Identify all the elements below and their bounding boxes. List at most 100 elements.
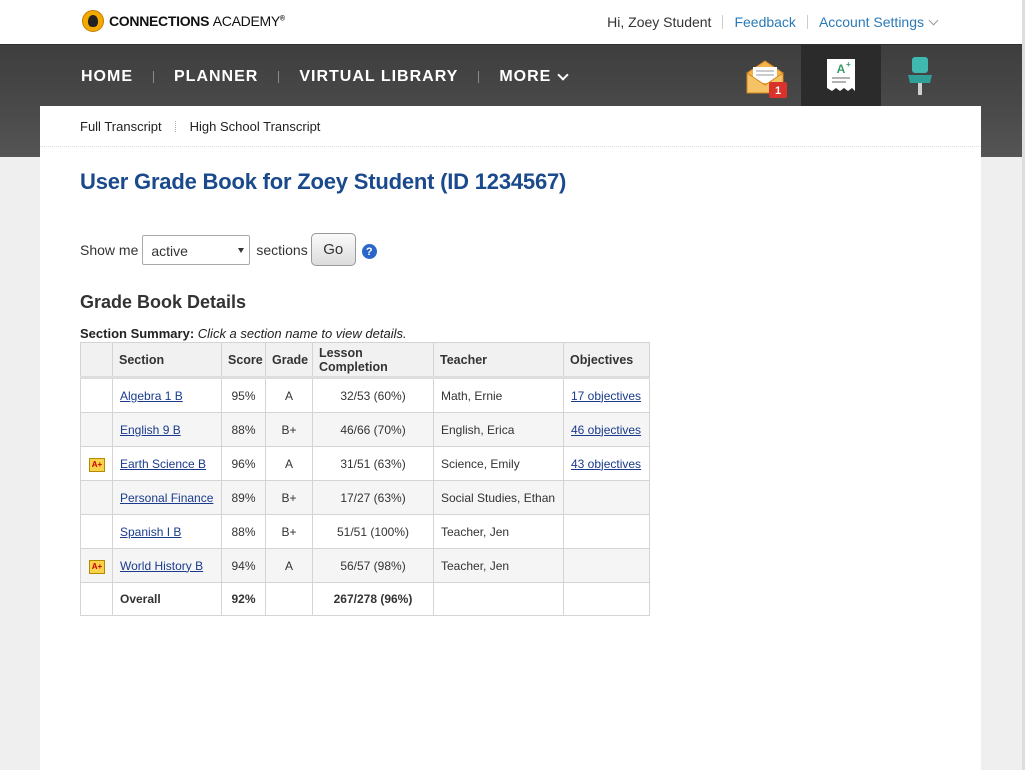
brand-name-light: ACADEMY bbox=[212, 13, 280, 29]
col-lesson-completion: Lesson Completion bbox=[312, 342, 434, 378]
brand-logo[interactable]: CONNECTIONS ACADEMY® bbox=[82, 10, 285, 32]
score-cell: 88% bbox=[221, 514, 266, 549]
grade-cell: A bbox=[265, 446, 313, 481]
filter-prefix-label: Show me bbox=[80, 241, 139, 258]
completion-cell: 46/66 (70%) bbox=[312, 412, 434, 447]
grades-tab[interactable]: A + bbox=[801, 45, 881, 110]
table-row: English 9 B 88% B+ 46/66 (70%) English, … bbox=[80, 412, 650, 447]
account-settings-menu[interactable]: Account Settings bbox=[819, 14, 939, 30]
completion-cell: 31/51 (63%) bbox=[312, 446, 434, 481]
divider bbox=[722, 15, 724, 29]
brand-name-bold: CONNECTIONS bbox=[109, 13, 210, 29]
section-status-select[interactable]: active bbox=[142, 234, 251, 265]
section-cell: Earth Science B bbox=[112, 446, 222, 481]
overall-row: Overall 92% 267/278 (96%) bbox=[80, 582, 650, 616]
section-link[interactable]: Personal Finance bbox=[120, 491, 213, 505]
nav-planner[interactable]: PLANNER bbox=[174, 68, 258, 86]
content-panel: Full Transcript High School Transcript U… bbox=[40, 106, 981, 770]
divider bbox=[40, 146, 981, 147]
summary-label: Section Summary: bbox=[80, 326, 195, 341]
objectives-cell: 43 objectives bbox=[563, 446, 650, 481]
chevron-down-icon bbox=[928, 15, 939, 25]
table-row: Personal Finance 89% B+ 17/27 (63%) Soci… bbox=[80, 480, 650, 515]
overall-label: Overall bbox=[112, 582, 222, 616]
teacher-cell: English, Erica bbox=[433, 412, 564, 447]
table-row: A+ World History B 94% A 56/57 (98%) Tea… bbox=[80, 548, 650, 583]
section-link[interactable]: Earth Science B bbox=[120, 457, 206, 471]
section-link[interactable]: World History B bbox=[120, 559, 203, 573]
badge-cell bbox=[80, 582, 113, 616]
score-cell: 95% bbox=[221, 377, 266, 413]
svg-text:+: + bbox=[846, 60, 851, 69]
teacher-cell: Science, Emily bbox=[433, 446, 564, 481]
transcript-subnav: Full Transcript High School Transcript bbox=[80, 119, 320, 134]
chevron-down-icon bbox=[557, 69, 570, 81]
top-bar: CONNECTIONS ACADEMY® Hi, Zoey Student Fe… bbox=[0, 0, 1025, 44]
overall-score: 92% bbox=[221, 582, 266, 616]
divider bbox=[478, 71, 480, 83]
message-count-badge: 1 bbox=[775, 85, 781, 97]
col-badge bbox=[80, 342, 113, 378]
message-envelope-icon[interactable]: 1 bbox=[743, 59, 789, 99]
section-cell: Personal Finance bbox=[112, 480, 222, 515]
nav-home[interactable]: HOME bbox=[81, 68, 133, 86]
pushpin-icon[interactable] bbox=[903, 55, 937, 99]
completion-cell: 56/57 (98%) bbox=[312, 548, 434, 583]
page-title: User Grade Book for Zoey Student (ID 123… bbox=[80, 169, 567, 194]
achievement-badge-icon: A+ bbox=[89, 559, 105, 574]
full-transcript-link[interactable]: Full Transcript bbox=[80, 119, 162, 134]
score-cell: 94% bbox=[221, 548, 266, 583]
section-cell: Spanish I B bbox=[112, 514, 222, 549]
nav-more-label: MORE bbox=[499, 68, 552, 85]
section-link[interactable]: Spanish I B bbox=[120, 525, 181, 539]
brand-mark: ® bbox=[279, 15, 285, 23]
nav-more[interactable]: MORE bbox=[499, 68, 570, 86]
col-teacher: Teacher bbox=[433, 342, 564, 378]
nav-virtual-library[interactable]: VIRTUAL LIBRARY bbox=[299, 68, 458, 86]
objectives-link[interactable]: 46 objectives bbox=[571, 423, 641, 437]
teacher-cell: Math, Ernie bbox=[433, 377, 564, 413]
section-link[interactable]: English 9 B bbox=[120, 423, 181, 437]
overall-grade bbox=[265, 582, 313, 616]
section-status-value: active bbox=[151, 242, 188, 259]
high-school-transcript-link[interactable]: High School Transcript bbox=[190, 119, 321, 134]
svg-text:A: A bbox=[837, 62, 846, 76]
completion-cell: 51/51 (100%) bbox=[312, 514, 434, 549]
badge-cell: A+ bbox=[80, 548, 113, 583]
section-cell: Algebra 1 B bbox=[112, 377, 222, 413]
feedback-link[interactable]: Feedback bbox=[734, 14, 795, 30]
divider bbox=[153, 71, 154, 83]
grade-cell: B+ bbox=[265, 514, 313, 549]
badge-cell bbox=[80, 412, 113, 447]
objectives-cell bbox=[563, 548, 650, 583]
go-button[interactable]: Go bbox=[310, 233, 356, 266]
section-cell: English 9 B bbox=[112, 412, 222, 447]
section-cell: World History B bbox=[112, 548, 222, 583]
score-cell: 96% bbox=[221, 446, 266, 481]
logo-mark-icon bbox=[82, 10, 104, 32]
divider bbox=[278, 71, 280, 83]
overall-teacher bbox=[433, 582, 564, 616]
objectives-cell: 46 objectives bbox=[563, 412, 650, 447]
grade-book-table: Section Score Grade Lesson Completion Te… bbox=[80, 342, 650, 616]
main-nav: HOME PLANNER VIRTUAL LIBRARY MORE bbox=[81, 68, 570, 86]
teacher-cell: Teacher, Jen bbox=[433, 548, 564, 583]
objectives-link[interactable]: 17 objectives bbox=[571, 389, 641, 403]
table-row: A+ Earth Science B 96% A 31/51 (63%) Sci… bbox=[80, 446, 650, 481]
badge-cell bbox=[80, 480, 113, 515]
dropdown-arrow-icon bbox=[238, 247, 245, 253]
brand-name: CONNECTIONS ACADEMY® bbox=[109, 13, 285, 29]
help-icon[interactable]: ? bbox=[361, 244, 377, 259]
summary-hint: Click a section name to view details. bbox=[197, 326, 407, 341]
divider bbox=[174, 121, 177, 132]
section-filter: Show me active sections Go ? bbox=[80, 233, 377, 266]
grade-book-heading: Grade Book Details bbox=[80, 292, 247, 312]
section-link[interactable]: Algebra 1 B bbox=[120, 389, 183, 403]
account-settings-link[interactable]: Account Settings bbox=[819, 14, 924, 30]
overall-objectives bbox=[563, 582, 650, 616]
objectives-cell bbox=[563, 514, 650, 549]
grade-cell: A bbox=[265, 377, 313, 413]
badge-cell bbox=[80, 514, 113, 549]
objectives-link[interactable]: 43 objectives bbox=[571, 457, 641, 471]
completion-cell: 17/27 (63%) bbox=[312, 480, 434, 515]
